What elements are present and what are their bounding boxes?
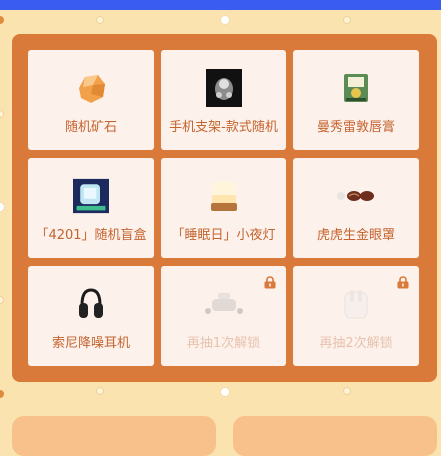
marquee-light <box>220 15 230 25</box>
blind-box-icon <box>73 178 109 214</box>
prize-cell-ore[interactable]: 随机矿石 <box>28 50 154 150</box>
marquee-light <box>0 390 4 398</box>
prize-cell-eye-mask[interactable]: 虎虎生金眼罩 <box>293 158 419 258</box>
earbuds-icon <box>338 286 374 322</box>
marquee-light <box>96 387 104 395</box>
prize-label: 曼秀雷敦唇膏 <box>316 120 395 135</box>
vr-headset-icon <box>204 286 244 322</box>
prize-cell-locked-1[interactable]: 再抽1次解锁 <box>161 266 286 366</box>
marquee-light <box>0 110 4 118</box>
prize-cell-lip-balm[interactable]: 曼秀雷敦唇膏 <box>293 50 419 150</box>
marquee-light <box>343 16 351 24</box>
marquee-light <box>0 16 4 24</box>
prize-label: 虎虎生金眼罩 <box>316 228 395 243</box>
prize-label: 「4201」随机盲盒 <box>35 228 147 243</box>
prize-label: 随机矿石 <box>64 120 117 135</box>
prize-board: 随机矿石 手机支架-款式随机 曼秀雷敦唇膏 「4201」随机盲盒 「睡眠日」小夜… <box>12 34 437 382</box>
prize-cell-headphones[interactable]: 索尼降噪耳机 <box>28 266 154 366</box>
prize-label: 再抽1次解锁 <box>186 336 261 351</box>
prize-cell-locked-2[interactable]: 再抽2次解锁 <box>293 266 419 366</box>
marquee-light <box>343 387 351 395</box>
right-action-button[interactable] <box>233 416 437 456</box>
prize-cell-phone-stand[interactable]: 手机支架-款式随机 <box>161 50 286 150</box>
headphones-icon <box>73 286 109 322</box>
prize-label: 「睡眠日」小夜灯 <box>171 228 276 243</box>
lock-icon <box>397 276 409 289</box>
prize-cell-blind-box[interactable]: 「4201」随机盲盒 <box>28 158 154 258</box>
marquee-light <box>96 16 104 24</box>
lock-icon <box>264 276 276 289</box>
marquee-light <box>220 387 230 397</box>
night-light-icon <box>206 178 242 214</box>
eye-mask-icon <box>336 178 376 214</box>
prize-label: 再抽2次解锁 <box>319 336 393 351</box>
prize-label: 手机支架-款式随机 <box>169 120 278 135</box>
ore-icon <box>73 70 109 106</box>
prize-grid: 随机矿石 手机支架-款式随机 曼秀雷敦唇膏 「4201」随机盲盒 「睡眠日」小夜… <box>28 50 419 366</box>
phone-stand-icon <box>205 69 242 107</box>
marquee-light <box>0 296 4 304</box>
top-bar <box>0 0 441 10</box>
prize-label: 索尼降噪耳机 <box>51 336 130 351</box>
marquee-light <box>0 202 5 212</box>
left-action-button[interactable] <box>12 416 216 456</box>
lip-balm-icon <box>338 70 374 106</box>
prize-cell-night-light[interactable]: 「睡眠日」小夜灯 <box>161 158 286 258</box>
